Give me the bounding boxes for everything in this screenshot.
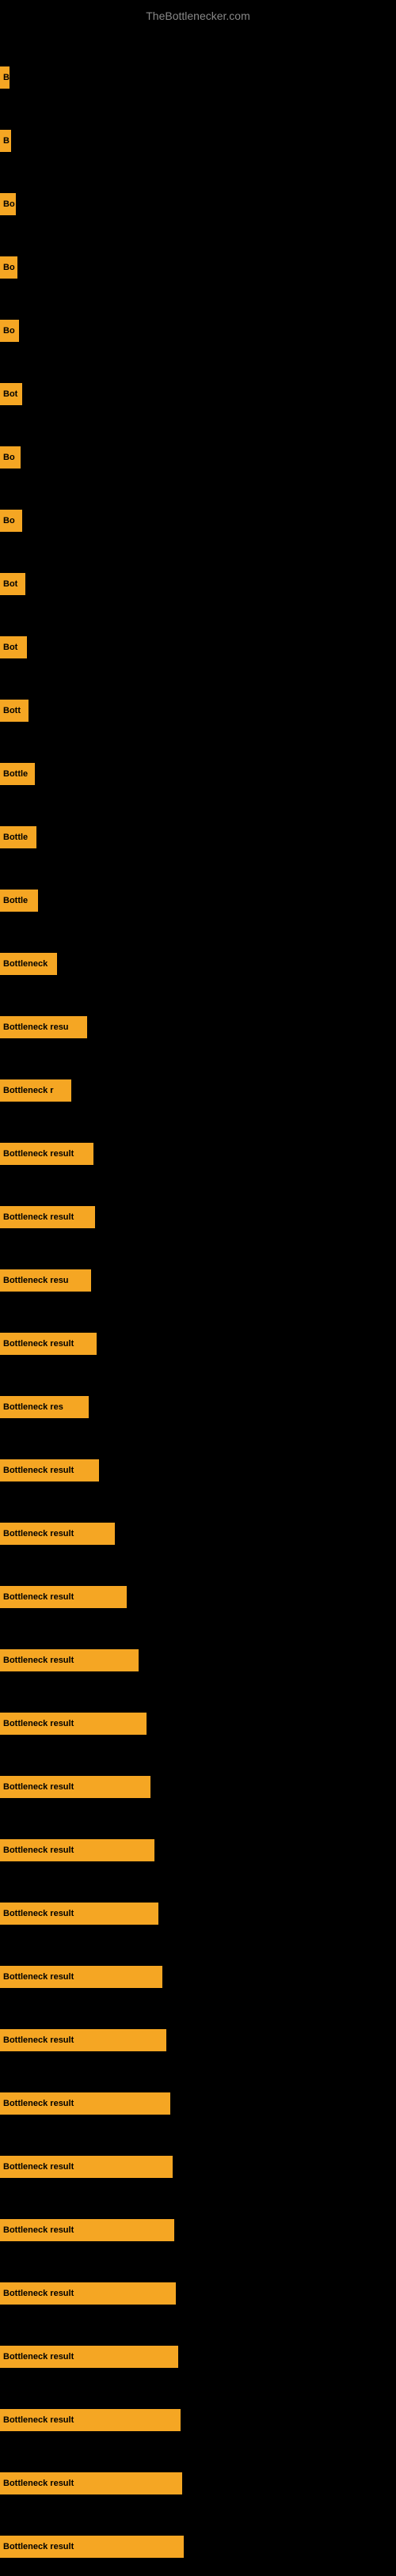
bar-label-1: B [0,66,10,89]
bar-label-24: Bottleneck result [0,1523,115,1545]
bar-label-28: Bottleneck result [0,1776,150,1798]
bar-label-34: Bottleneck result [0,2156,173,2178]
bar-row-16: Bottleneck resu [0,997,396,1057]
bar-label-27: Bottleneck result [0,1713,147,1735]
bar-row-37: Bottleneck result [0,2327,396,2386]
bar-row-27: Bottleneck result [0,1694,396,1753]
bar-row-25: Bottleneck result [0,1567,396,1626]
bar-row-11: Bott [0,681,396,740]
bar-label-17: Bottleneck r [0,1079,71,1102]
bar-row-21: Bottleneck result [0,1314,396,1373]
bar-label-12: Bottle [0,763,35,785]
bar-row-29: Bottleneck result [0,1820,396,1880]
bar-label-8: Bo [0,510,22,532]
site-title: TheBottlenecker.com [0,3,396,28]
bar-row-28: Bottleneck result [0,1757,396,1816]
bar-label-37: Bottleneck result [0,2346,178,2368]
bar-label-16: Bottleneck resu [0,1016,87,1038]
bar-label-9: Bot [0,573,25,595]
bar-row-31: Bottleneck result [0,1947,396,2006]
bar-row-2: B [0,111,396,170]
bar-row-32: Bottleneck result [0,2010,396,2070]
bar-row-13: Bottle [0,807,396,867]
bar-label-21: Bottleneck result [0,1333,97,1355]
bar-row-34: Bottleneck result [0,2137,396,2196]
bar-label-18: Bottleneck result [0,1143,93,1165]
bar-row-12: Bottle [0,744,396,803]
bar-label-30: Bottleneck result [0,1903,158,1925]
bar-label-29: Bottleneck result [0,1839,154,1861]
bar-label-2: B [0,130,11,152]
bar-label-7: Bo [0,446,21,469]
bar-row-20: Bottleneck resu [0,1250,396,1310]
bar-label-22: Bottleneck res [0,1396,89,1418]
bar-row-38: Bottleneck result [0,2390,396,2449]
bar-label-32: Bottleneck result [0,2029,166,2051]
bar-row-18: Bottleneck result [0,1124,396,1183]
bar-label-10: Bot [0,636,27,658]
bar-row-23: Bottleneck result [0,1440,396,1500]
bar-row-36: Bottleneck result [0,2263,396,2323]
bar-row-19: Bottleneck result [0,1187,396,1246]
bar-label-3: Bo [0,193,16,215]
bar-label-4: Bo [0,256,17,279]
bar-label-5: Bo [0,320,19,342]
bar-row-1: B [0,47,396,107]
bar-row-39: Bottleneck result [0,2453,396,2513]
bar-row-26: Bottleneck result [0,1630,396,1690]
bar-label-25: Bottleneck result [0,1586,127,1608]
bar-label-13: Bottle [0,826,36,848]
bar-row-24: Bottleneck result [0,1504,396,1563]
bar-row-33: Bottleneck result [0,2073,396,2133]
bar-row-17: Bottleneck r [0,1060,396,1120]
bar-row-30: Bottleneck result [0,1884,396,1943]
bar-row-4: Bo [0,237,396,297]
bar-label-35: Bottleneck result [0,2219,174,2241]
bar-row-5: Bo [0,301,396,360]
bar-row-9: Bot [0,554,396,613]
bar-label-6: Bot [0,383,22,405]
bar-label-36: Bottleneck result [0,2282,176,2305]
bar-row-3: Bo [0,174,396,233]
bar-row-15: Bottleneck [0,934,396,993]
bar-label-14: Bottle [0,890,38,912]
bar-row-8: Bo [0,491,396,550]
bar-row-22: Bottleneck res [0,1377,396,1436]
bar-label-23: Bottleneck result [0,1459,99,1481]
bar-label-31: Bottleneck result [0,1966,162,1988]
bar-label-20: Bottleneck resu [0,1269,91,1292]
bar-label-11: Bott [0,700,29,722]
bar-label-26: Bottleneck result [0,1649,139,1671]
bar-row-10: Bot [0,617,396,677]
bar-label-19: Bottleneck result [0,1206,95,1228]
bar-row-6: Bot [0,364,396,423]
bar-label-15: Bottleneck [0,953,57,975]
bar-row-14: Bottle [0,871,396,930]
bar-row-7: Bo [0,427,396,487]
bar-label-38: Bottleneck result [0,2409,181,2431]
bar-row-35: Bottleneck result [0,2200,396,2259]
bar-label-40: Bottleneck result [0,2536,184,2558]
bar-row-40: Bottleneck result [0,2517,396,2576]
bar-label-39: Bottleneck result [0,2472,182,2494]
bar-label-33: Bottleneck result [0,2092,170,2115]
